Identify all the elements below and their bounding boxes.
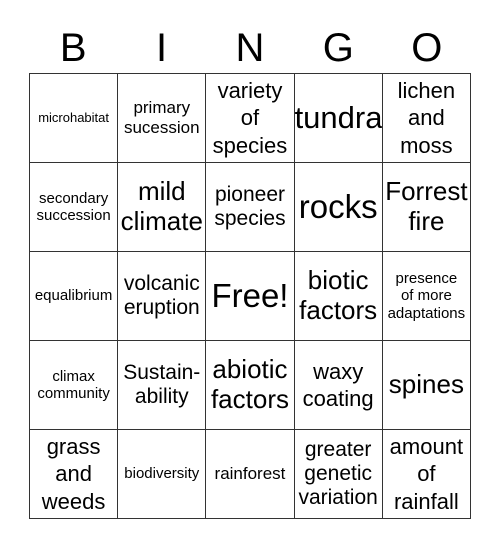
bingo-cell[interactable]: spines: [381, 340, 472, 430]
free-space-text: Free!: [211, 277, 289, 315]
cell-text: waxy coating: [302, 358, 374, 412]
card-row: secondary succession mild climate pionee…: [28, 162, 472, 252]
cell-text: biodiversity: [124, 465, 200, 483]
cell-text: microhabitat: [38, 109, 109, 125]
cell-text: secondary succession: [36, 189, 111, 224]
cell-text: volcanic eruption: [123, 271, 200, 319]
bingo-cell[interactable]: volcanic eruption: [117, 251, 207, 341]
bingo-cell[interactable]: tundra: [293, 73, 383, 163]
cell-text: spines: [388, 369, 464, 400]
bingo-cell[interactable]: abiotic factors: [205, 340, 295, 430]
bingo-cell[interactable]: amount of rainfall: [381, 429, 472, 519]
bingo-cell[interactable]: greater genetic variation: [293, 429, 383, 519]
cell-text: climax community: [37, 367, 110, 402]
card-row: climax community Sustain- ability abioti…: [28, 340, 472, 430]
cell-text: mild climate: [120, 176, 203, 236]
bingo-header: B I N G O: [29, 24, 471, 72]
cell-text: Sustain- ability: [123, 360, 201, 408]
header-letter-n: N: [235, 26, 265, 70]
cell-text: greater genetic variation: [298, 437, 378, 510]
cell-text: tundra: [294, 100, 383, 136]
free-space-cell[interactable]: Free!: [205, 251, 295, 341]
header-letter-g: G: [322, 26, 354, 70]
card-row: grass and weeds biodiversity rainforest …: [28, 429, 472, 519]
bingo-cell[interactable]: grass and weeds: [28, 429, 119, 519]
bingo-cell[interactable]: rocks: [293, 162, 383, 252]
bingo-cell[interactable]: biodiversity: [117, 429, 207, 519]
cell-text: variety of species: [212, 77, 288, 158]
cell-text: pioneer species: [214, 182, 286, 230]
header-letter-b: B: [59, 26, 87, 70]
bingo-cell[interactable]: Forrest fire: [381, 162, 472, 252]
bingo-cell[interactable]: waxy coating: [293, 340, 383, 430]
cell-text: equalibrium: [34, 287, 113, 305]
cell-text: Forrest fire: [385, 176, 468, 236]
bingo-cell[interactable]: microhabitat: [28, 73, 119, 163]
bingo-cell[interactable]: rainforest: [205, 429, 295, 519]
card-row: microhabitat primary sucession variety o…: [28, 73, 472, 163]
cell-text: grass and weeds: [41, 433, 106, 514]
bingo-cell[interactable]: secondary succession: [28, 162, 119, 252]
cell-text: biotic factors: [299, 265, 378, 325]
bingo-cell[interactable]: pioneer species: [205, 162, 295, 252]
bingo-cell[interactable]: climax community: [28, 340, 119, 430]
bingo-cell[interactable]: mild climate: [117, 162, 207, 252]
header-letter-i: I: [156, 26, 168, 70]
cell-text: rainforest: [214, 464, 286, 484]
bingo-cell[interactable]: primary sucession: [117, 73, 207, 163]
bingo-cell[interactable]: lichen and moss: [381, 73, 472, 163]
cell-text: abiotic factors: [210, 354, 289, 414]
header-letter-o: O: [411, 26, 443, 70]
card-row: equalibrium volcanic eruption Free! biot…: [28, 251, 472, 341]
bingo-card: microhabitat primary sucession variety o…: [28, 73, 472, 519]
cell-text: rocks: [298, 188, 378, 226]
bingo-cell[interactable]: equalibrium: [28, 251, 119, 341]
cell-text: amount of rainfall: [389, 433, 464, 514]
bingo-cell[interactable]: Sustain- ability: [117, 340, 207, 430]
bingo-cell[interactable]: variety of species: [205, 73, 295, 163]
cell-text: lichen and moss: [397, 77, 456, 158]
bingo-cell[interactable]: presence of more adaptations: [381, 251, 472, 341]
cell-text: presence of more adaptations: [387, 270, 466, 322]
bingo-cell[interactable]: biotic factors: [293, 251, 383, 341]
cell-text: primary sucession: [123, 98, 200, 137]
